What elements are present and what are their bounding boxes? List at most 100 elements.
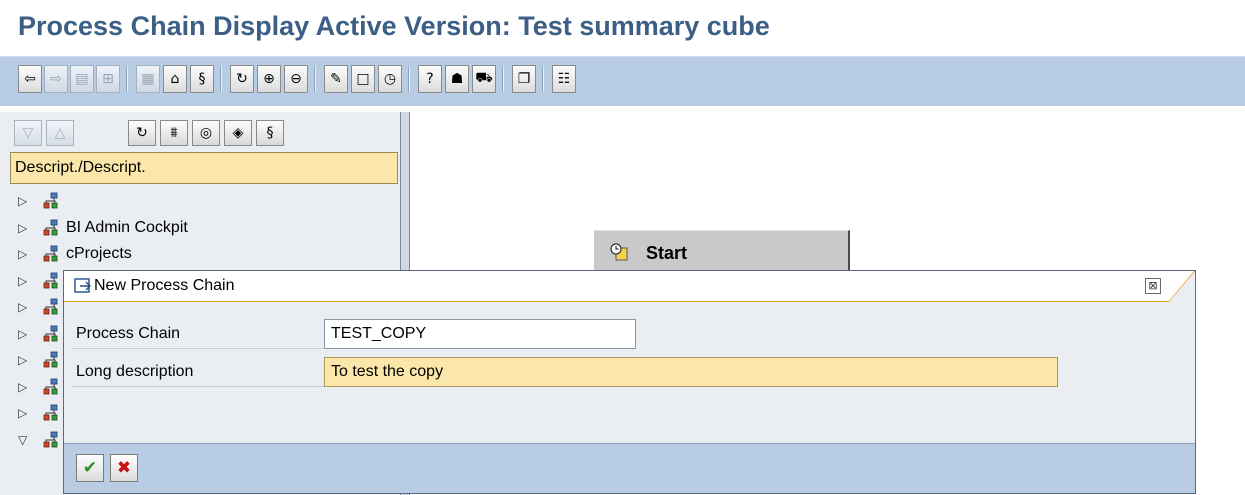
filter-button[interactable]: ⩩ — [160, 120, 188, 146]
process-chain-icon — [42, 378, 60, 396]
process-chain-row: Process Chain TEST_COPY — [72, 319, 712, 349]
toolbar-separator — [314, 66, 316, 92]
process-chain-input[interactable]: TEST_COPY — [324, 319, 636, 349]
zoom-in-button[interactable]: ⊕ — [257, 65, 281, 93]
toolbar-separator — [220, 66, 222, 92]
user-button[interactable]: ☗ — [445, 65, 469, 93]
confirm-button[interactable]: ✔ — [76, 454, 104, 482]
tree-expand-icon[interactable]: ▷ — [18, 241, 27, 267]
documentation-icon: § — [198, 71, 206, 87]
pane-toolbar: ▽ △ ↻ ⩩ ◎ ◈ § — [10, 118, 400, 150]
change-button[interactable]: ✎ — [324, 65, 348, 93]
cancel-button[interactable]: ✖ — [110, 454, 138, 482]
dialog-footer: ✔ ✖ — [64, 443, 1195, 493]
network-icon: ⌂ — [170, 71, 180, 87]
start-node-label: Start — [646, 243, 688, 263]
process-chain-icon — [42, 219, 60, 237]
view-tree-button[interactable]: ⊞ — [96, 65, 120, 93]
details-button[interactable]: ☷ — [552, 65, 576, 93]
filter-icon: ⩩ — [170, 125, 178, 141]
dialog-corner-decoration — [1169, 271, 1195, 302]
view-list-button[interactable]: ▤ — [70, 65, 94, 93]
tree-item-label: BI Admin Cockpit — [66, 218, 188, 236]
copy-button[interactable]: ❐ — [512, 65, 536, 93]
new-button[interactable]: □ — [351, 65, 375, 93]
tree-expand-icon[interactable]: ▷ — [18, 400, 27, 426]
user-icon: ☗ — [450, 71, 464, 87]
documentation-tree-button[interactable]: § — [256, 120, 284, 146]
documentation-button[interactable]: § — [190, 65, 214, 93]
process-chain-icon — [42, 431, 60, 449]
zoom-out-button[interactable]: ⊖ — [284, 65, 308, 93]
schedule-button[interactable]: ◷ — [378, 65, 402, 93]
dialog-window-icon — [74, 278, 91, 293]
new-icon: □ — [356, 71, 370, 87]
toolbar-separator — [502, 66, 504, 92]
dialog-title: New Process Chain — [94, 277, 235, 294]
start-node[interactable]: Start — [594, 230, 850, 272]
checkmark-icon: ✔ — [82, 458, 98, 478]
toolbar-separator — [126, 66, 128, 92]
tree-item[interactable]: ▷ cProjects — [10, 241, 398, 267]
tree-item[interactable]: ▷ BI Admin Cockpit — [10, 215, 398, 241]
process-chain-icon — [42, 298, 60, 316]
layout-icon: ▦ — [141, 71, 155, 87]
refresh-button[interactable]: ↻ — [230, 65, 254, 93]
long-description-row: Long description To test the copy — [72, 357, 1072, 387]
close-icon[interactable]: ⊠ — [1145, 278, 1161, 294]
back-button[interactable]: ⇦ — [18, 65, 42, 93]
refresh-tree-button[interactable]: ↻ — [128, 120, 156, 146]
long-description-input[interactable]: To test the copy — [324, 357, 1058, 387]
forward-button[interactable]: ⇨ — [44, 65, 68, 93]
dialog-title-bar[interactable]: New Process Chain ⊠ — [64, 271, 1195, 302]
process-chain-label: Process Chain — [72, 319, 324, 349]
zoom-in-icon: ⊕ — [263, 71, 275, 87]
new-process-chain-dialog: New Process Chain ⊠ Process Chain TEST_C… — [63, 270, 1196, 494]
toolbar-separator — [408, 66, 410, 92]
collapse-up-icon: △ — [54, 125, 66, 141]
tree-expand-icon[interactable]: ▷ — [18, 188, 27, 214]
tree-collapse-icon[interactable]: ▽ — [18, 427, 27, 453]
expand-down-icon: ▽ — [22, 125, 34, 141]
process-chain-icon — [42, 192, 60, 210]
process-chain-icon — [42, 325, 60, 343]
refresh-tree-icon: ↻ — [136, 125, 148, 141]
help-button[interactable]: ? — [418, 65, 442, 93]
layout-button[interactable]: ▦ — [136, 65, 160, 93]
favorite-icon: ◈ — [232, 125, 244, 141]
column-header[interactable]: Descript./Descript. — [10, 152, 398, 184]
view-list-icon: ▤ — [75, 71, 89, 87]
tree-expand-icon[interactable]: ▷ — [18, 347, 27, 373]
dialog-body: Process Chain TEST_COPY Long description… — [64, 303, 1195, 443]
tree-item-label: cProjects — [66, 245, 132, 262]
favorite-button[interactable]: ◈ — [224, 120, 252, 146]
copy-icon: ❐ — [517, 71, 531, 87]
collapse-up-button[interactable]: △ — [46, 120, 74, 146]
toolbar-separator — [542, 66, 544, 92]
documentation-tree-icon: § — [266, 125, 274, 141]
change-icon: ✎ — [330, 71, 342, 87]
application-toolbar: ⇦ ⇨ ▤ ⊞ ▦ ⌂ § ↻ ⊕ ⊖ ✎ □ ◷? ☗ ⛟ ❐ ☷ — [0, 56, 1245, 106]
tree-expand-icon[interactable]: ▷ — [18, 294, 27, 320]
back-icon: ⇦ — [24, 71, 36, 87]
network-button[interactable]: ⌂ — [163, 65, 187, 93]
transport-icon: ⛟ — [475, 70, 493, 86]
details-icon: ☷ — [557, 71, 571, 87]
process-chain-icon — [42, 351, 60, 369]
target-button[interactable]: ◎ — [192, 120, 220, 146]
long-description-label: Long description — [72, 357, 324, 387]
tree-expand-icon[interactable]: ▷ — [18, 215, 27, 241]
zoom-out-icon: ⊖ — [290, 71, 302, 87]
process-chain-icon — [42, 245, 60, 263]
target-icon: ◎ — [199, 125, 213, 141]
process-chain-icon — [42, 272, 60, 290]
forward-icon: ⇨ — [50, 71, 62, 87]
tree-item[interactable]: ▷ — [10, 188, 398, 214]
expand-down-button[interactable]: ▽ — [14, 120, 42, 146]
process-chain-icon — [42, 404, 60, 422]
tree-expand-icon[interactable]: ▷ — [18, 374, 27, 400]
tree-expand-icon[interactable]: ▷ — [18, 268, 27, 294]
help-icon: ? — [426, 71, 434, 87]
tree-expand-icon[interactable]: ▷ — [18, 321, 27, 347]
transport-button[interactable]: ⛟ — [472, 65, 496, 93]
